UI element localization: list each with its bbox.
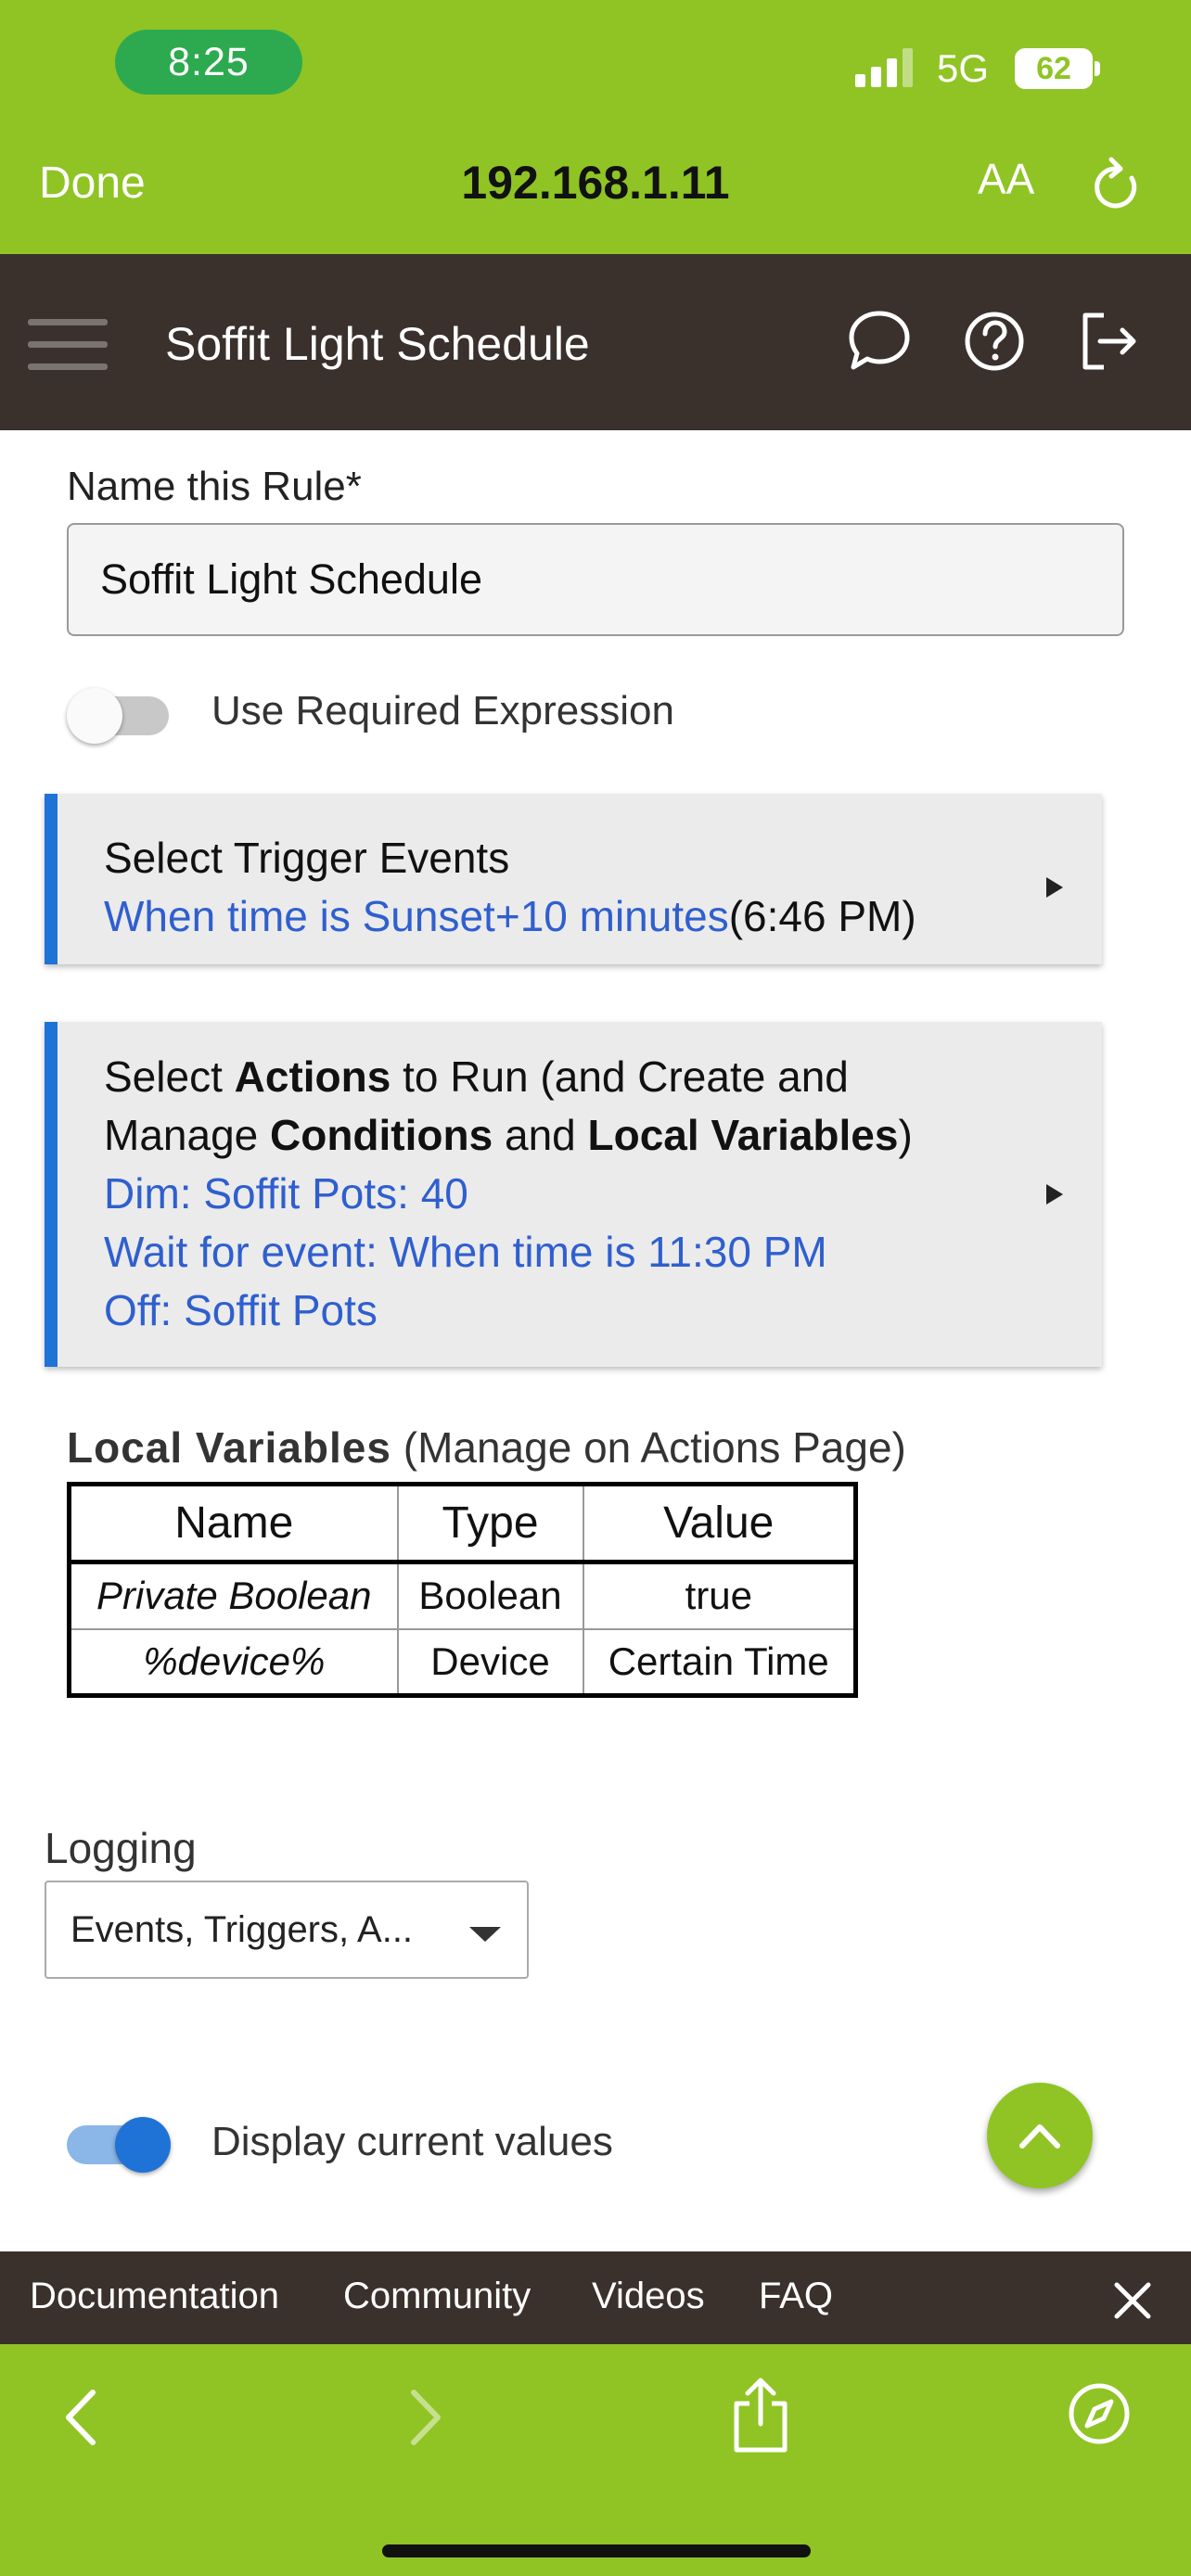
footer-link-videos[interactable]: Videos — [592, 2276, 705, 2317]
actions-arrow-icon — [1046, 1184, 1063, 1205]
table-cell: Private Boolean — [68, 1561, 399, 1630]
trigger-events-card[interactable]: Select Trigger Events When time is Sunse… — [45, 794, 1102, 964]
display-values-label: Display current values — [211, 2119, 613, 2164]
browser-toolbar — [0, 2344, 1191, 2576]
table-row: %device% Device Certain Time — [68, 1627, 857, 1697]
browser-url-bar: Done 192.168.1.11 AA — [0, 130, 1191, 254]
actions-text: Manage — [104, 1111, 271, 1159]
help-icon[interactable] — [961, 306, 1028, 376]
actions-text: to Run (and Create and — [391, 1052, 849, 1101]
footer-nav: Documentation Community Videos FAQ — [0, 2251, 1191, 2344]
logging-label: Logging — [45, 1824, 197, 1872]
menu-icon[interactable] — [28, 319, 108, 371]
rule-name-label: Name this Rule* — [67, 464, 362, 509]
table-header-row: Name Type Value — [68, 1483, 857, 1564]
footer-link-faq[interactable]: FAQ — [759, 2276, 833, 2317]
text-size-label: AA — [978, 155, 1035, 203]
table-cell: Boolean — [396, 1561, 584, 1630]
actions-bold: Actions — [234, 1052, 391, 1101]
action-item[interactable]: Off: Soffit Pots — [104, 1282, 1102, 1340]
column-header: Type — [396, 1483, 584, 1564]
table-cell: true — [582, 1561, 857, 1630]
table-cell: %device% — [68, 1627, 399, 1697]
trigger-link[interactable]: When time is Sunset+10 minutes — [104, 892, 729, 940]
status-bar: 8:25 5G 62 — [0, 0, 1191, 130]
required-expression-toggle[interactable] — [67, 688, 169, 744]
status-time: 8:25 — [115, 30, 302, 95]
app-header: Soffit Light Schedule — [0, 254, 1191, 430]
share-icon[interactable] — [727, 2376, 794, 2455]
local-variables-bold: Local Variables — [587, 1111, 899, 1159]
battery-level: 62 — [1015, 48, 1093, 89]
local-variables-heading: Local Variables (Manage on Actions Page) — [67, 1422, 906, 1473]
conditions-bold: Conditions — [270, 1111, 493, 1159]
table-cell: Device — [396, 1627, 584, 1697]
page-title: Soffit Light Schedule — [165, 318, 590, 370]
trigger-card-title: Select Trigger Events — [104, 834, 510, 882]
logging-select[interactable]: Events, Triggers, A... — [45, 1881, 529, 1979]
trigger-arrow-icon — [1046, 877, 1063, 898]
action-item[interactable]: Wait for event: When time is 11:30 PM — [104, 1223, 1102, 1282]
text-size-button[interactable]: AA — [978, 154, 1034, 204]
caret-down-icon — [469, 1927, 501, 1942]
home-indicator — [382, 2544, 811, 2557]
trigger-time: (6:46 PM) — [728, 892, 916, 940]
table-row: Private Boolean Boolean true — [68, 1561, 857, 1630]
local-variables-note: (Manage on Actions Page) — [403, 1423, 906, 1472]
forward-icon[interactable] — [403, 2385, 449, 2450]
action-item[interactable]: Dim: Soffit Pots: 40 — [104, 1165, 1102, 1223]
actions-text: and — [493, 1111, 588, 1159]
compass-icon[interactable] — [1067, 2381, 1132, 2446]
scroll-top-button[interactable] — [987, 2083, 1093, 2188]
actions-card[interactable]: Select Actions to Run (and Create and Ma… — [45, 1022, 1102, 1367]
actions-text: ) — [898, 1111, 913, 1159]
required-expression-label: Use Required Expression — [211, 688, 674, 733]
footer-link-documentation[interactable]: Documentation — [30, 2276, 279, 2317]
actions-text: Select — [104, 1052, 235, 1101]
close-icon[interactable] — [1109, 2277, 1156, 2324]
column-header: Value — [582, 1483, 857, 1564]
signal-icon — [855, 48, 913, 87]
network-type: 5G — [937, 46, 990, 90]
table-cell: Certain Time — [582, 1627, 857, 1697]
footer-link-community[interactable]: Community — [343, 2276, 531, 2317]
display-values-toggle[interactable] — [67, 2117, 171, 2173]
battery-icon: 62 — [1015, 48, 1100, 89]
rule-name-input[interactable]: Soffit Light Schedule — [67, 523, 1124, 636]
logging-selected-value: Events, Triggers, A... — [70, 1908, 414, 1950]
chat-icon[interactable] — [846, 306, 913, 376]
logout-icon[interactable] — [1076, 306, 1143, 376]
local-variables-table: Name Type Value Private Boolean Boolean … — [67, 1482, 858, 1698]
local-variables-title: Local Variables — [67, 1423, 391, 1472]
chevron-up-icon — [1019, 2124, 1060, 2149]
back-icon[interactable] — [58, 2385, 104, 2450]
column-header: Name — [68, 1483, 399, 1564]
reload-icon[interactable] — [1091, 156, 1143, 213]
